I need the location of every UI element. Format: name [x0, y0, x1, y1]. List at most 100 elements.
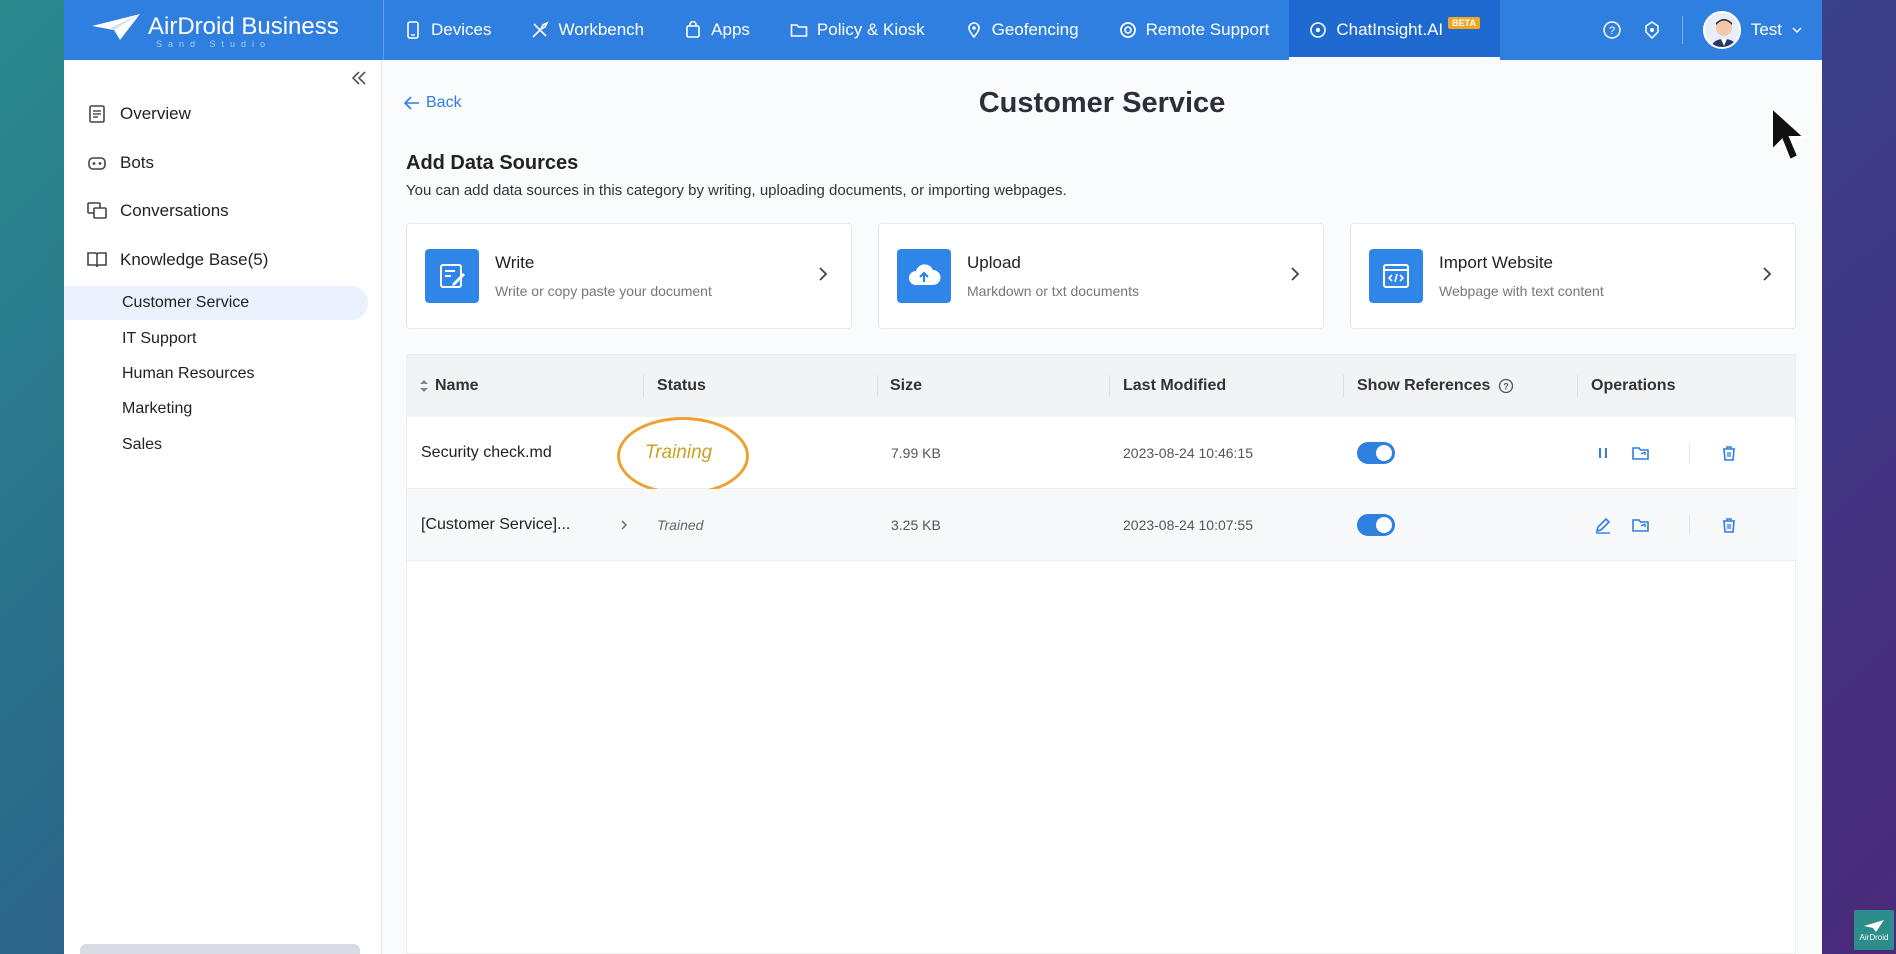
section-title: Add Data Sources: [406, 152, 579, 174]
user-menu[interactable]: Test: [1702, 11, 1802, 49]
sidebar-item-overview[interactable]: Overview: [86, 103, 191, 125]
sidebar-footer: [80, 944, 360, 954]
nav-devices[interactable]: Devices: [384, 0, 511, 60]
show-references-toggle[interactable]: [1357, 442, 1395, 464]
sort-icon[interactable]: [419, 379, 429, 393]
column-header-label: Status: [657, 377, 706, 394]
nav-label: Apps: [711, 20, 750, 39]
nav-workbench[interactable]: Workbench: [511, 0, 664, 60]
chevron-down-icon: [1792, 27, 1802, 33]
trash-icon[interactable]: [1719, 443, 1739, 463]
document-icon: [89, 105, 105, 123]
column-header-label: Operations: [1591, 377, 1676, 394]
brand-name: AirDroid Business: [148, 12, 339, 40]
nav-label: Geofencing: [991, 20, 1079, 39]
folder-open-icon[interactable]: [1631, 515, 1651, 535]
sidebar-item-knowledge-base[interactable]: Knowledge Base(5): [86, 249, 268, 271]
card-title: Write: [495, 253, 535, 272]
sidebar-sub-label: IT Support: [122, 330, 197, 347]
avatar: [1702, 11, 1741, 49]
nav-label: Devices: [431, 20, 492, 39]
nav-label: Workbench: [558, 20, 645, 39]
header-separator: [1577, 375, 1578, 397]
table-row[interactable]: Security check.md Training 7.99 KB 2023-…: [407, 417, 1797, 495]
operations-separator: [1689, 515, 1690, 535]
lifebuoy-icon: [1119, 22, 1136, 38]
pause-icon[interactable]: [1593, 443, 1613, 463]
table-row[interactable]: [Customer Service]... Trained 3.25 KB 20…: [407, 489, 1797, 561]
watermark-logo: AirDroid: [1854, 910, 1894, 950]
show-references-toggle[interactable]: [1357, 514, 1395, 536]
sidebar-item-label: Conversations: [120, 201, 229, 220]
sidebar-sub-human-resources[interactable]: Human Resources: [64, 357, 368, 391]
sidebar-sub-customer-service[interactable]: Customer Service: [64, 286, 368, 320]
write-card[interactable]: Write Write or copy paste your document: [406, 223, 852, 329]
nav-remote-support[interactable]: Remote Support: [1099, 0, 1290, 60]
header-separator: [1343, 375, 1344, 397]
main-content: Back Customer Service Add Data Sources Y…: [382, 60, 1822, 954]
data-source-cards: Write Write or copy paste your document …: [406, 223, 1796, 329]
top-navigation-bar: AirDroid Business Sand Studio Devices Wo…: [64, 0, 1822, 60]
chat-bubbles-icon: [87, 202, 107, 219]
paper-plane-icon: [1864, 919, 1884, 932]
import-website-card[interactable]: Import Website Webpage with text content: [1350, 223, 1796, 329]
row-name: [Customer Service]...: [421, 516, 571, 533]
help-icon[interactable]: ?: [1602, 20, 1622, 40]
sidebar-sub-sales[interactable]: Sales: [64, 428, 368, 462]
operations-cell: [1631, 489, 1651, 561]
upload-card[interactable]: Upload Markdown or txt documents: [878, 223, 1324, 329]
tools-icon: [532, 21, 550, 38]
expand-cell: [619, 489, 629, 561]
sidebar-sub-label: Customer Service: [122, 294, 250, 311]
toolbar-divider: [1681, 16, 1683, 44]
column-header-size: Size: [890, 355, 922, 417]
row-last-modified: 2023-08-24 10:46:15: [1123, 445, 1253, 461]
sidebar-sub-label: Sales: [122, 436, 163, 453]
chevron-right-icon[interactable]: [619, 518, 629, 532]
sidebar-item-bots[interactable]: Bots: [86, 152, 154, 174]
help-circle-icon[interactable]: ?: [1498, 378, 1514, 394]
code-window-icon: [1369, 249, 1423, 303]
column-header-status: Status: [657, 355, 706, 417]
folder-open-icon[interactable]: [1631, 443, 1651, 463]
bag-icon: [686, 21, 700, 38]
brand-logo[interactable]: AirDroid Business Sand Studio: [64, 0, 384, 60]
nav-policy-kiosk[interactable]: Policy & Kiosk: [770, 0, 945, 60]
collapse-sidebar-icon[interactable]: [349, 68, 369, 88]
sidebar-sub-it-support[interactable]: IT Support: [64, 322, 368, 356]
card-subtitle: Write or copy paste your document: [495, 283, 712, 299]
sidebar: Overview Bots Conversations Knowledge Ba…: [64, 60, 382, 954]
status-trained: Trained: [657, 517, 704, 533]
operations-cell: [1719, 489, 1739, 561]
row-size: 3.25 KB: [891, 517, 941, 533]
sidebar-sub-label: Marketing: [122, 400, 193, 417]
page-title: Customer Service: [978, 87, 1226, 119]
edit-icon[interactable]: [1593, 515, 1613, 535]
cloud-upload-icon: [897, 249, 951, 303]
sidebar-item-label: Bots: [120, 153, 155, 172]
robot-icon: [88, 157, 106, 170]
folder-icon: [790, 24, 808, 37]
nav-geofencing[interactable]: Geofencing: [945, 0, 1099, 60]
sidebar-sub-marketing[interactable]: Marketing: [64, 392, 368, 426]
nav-chatinsight[interactable]: ChatInsight.AI BETA: [1289, 0, 1500, 60]
show-references-toggle-cell: [1357, 489, 1395, 561]
status-training: Training: [645, 442, 713, 463]
column-header-name[interactable]: Name: [419, 355, 479, 417]
card-subtitle: Webpage with text content: [1439, 283, 1604, 299]
row-last-modified: 2023-08-24 10:07:55: [1123, 517, 1253, 533]
map-pin-icon: [967, 22, 980, 39]
sidebar-item-conversations[interactable]: Conversations: [86, 200, 229, 222]
operations-separator: [1689, 443, 1690, 463]
trash-icon[interactable]: [1719, 515, 1739, 535]
nav-label: Remote Support: [1145, 20, 1270, 39]
column-header-label: Name: [435, 377, 479, 394]
user-avatar-icon: [1704, 13, 1739, 47]
nav-apps[interactable]: Apps: [664, 0, 770, 60]
chat-ai-icon: [1310, 22, 1327, 38]
brand-subtitle: Sand Studio: [156, 38, 272, 49]
notification-icon[interactable]: [1642, 20, 1662, 40]
column-header-label: Show References: [1357, 377, 1491, 394]
sidebar-item-label: Knowledge Base(5): [120, 250, 269, 269]
main-nav: Devices Workbench Apps Policy & Kiosk Ge…: [384, 0, 1500, 60]
